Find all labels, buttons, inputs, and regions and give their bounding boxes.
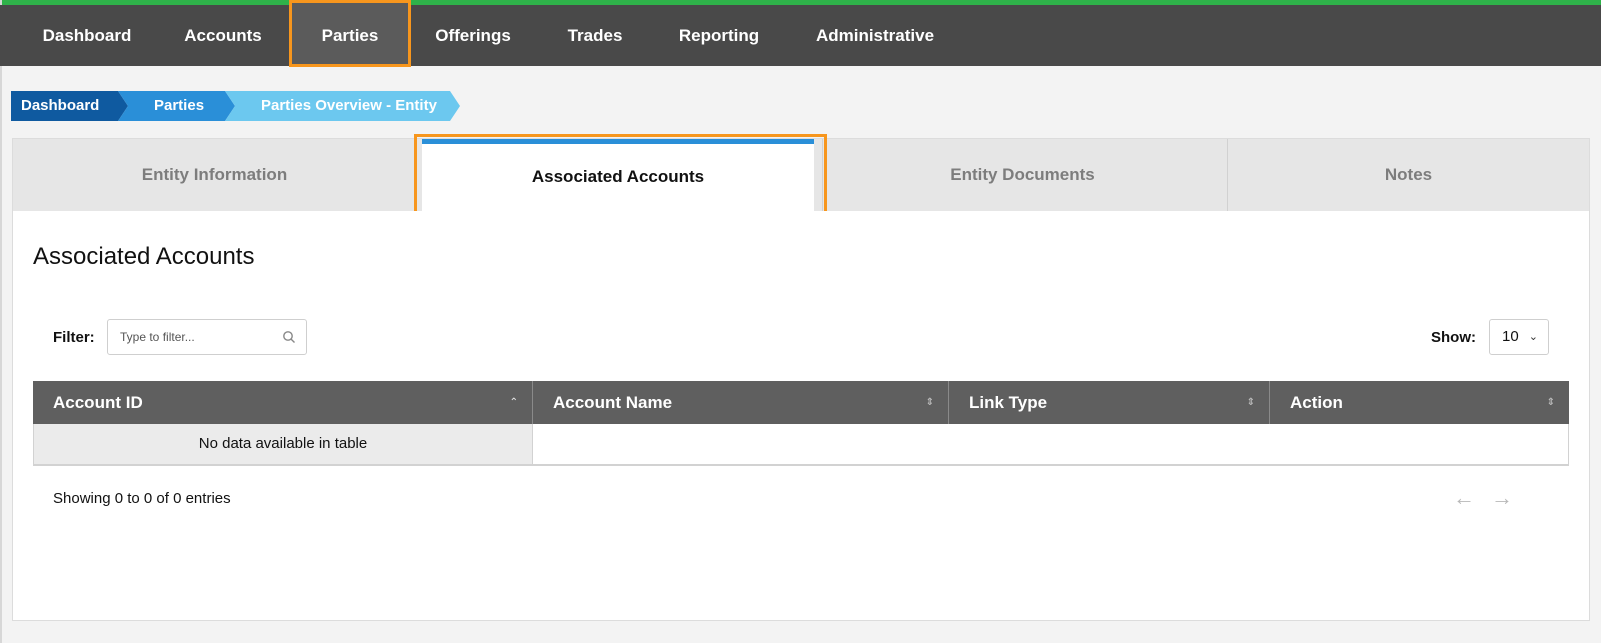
left-border <box>0 0 2 643</box>
filter-input[interactable] <box>108 320 278 354</box>
breadcrumb-dashboard[interactable]: Dashboard <box>11 91 128 121</box>
column-header-action[interactable]: Action ⇕ <box>1269 381 1569 424</box>
section-title: Associated Accounts <box>33 243 255 270</box>
breadcrumb-parties[interactable]: Parties <box>118 91 235 121</box>
associated-accounts-panel: Associated Accounts Filter: Show: 10 ⌄ A… <box>12 211 1590 621</box>
previous-page-button[interactable]: ← <box>1453 485 1475 511</box>
tab-notes[interactable]: Notes <box>1227 139 1589 211</box>
show-label: Show: <box>1431 329 1476 346</box>
table-header: Account ID ⌃ Account Name ⇕ Link Type ⇕ … <box>33 381 1569 424</box>
column-header-label: Account Name <box>553 393 673 412</box>
nav-accounts[interactable]: Accounts <box>170 5 276 66</box>
search-icon <box>283 331 295 343</box>
tab-entity-documents[interactable]: Entity Documents <box>822 139 1222 211</box>
nav-dashboard[interactable]: Dashboard <box>26 5 148 66</box>
tab-associated-accounts[interactable]: Associated Accounts <box>422 139 814 211</box>
chevron-down-icon: ⌄ <box>1528 331 1538 343</box>
sort-icon: ⇕ <box>1546 397 1555 408</box>
sort-icon: ⇕ <box>925 397 934 408</box>
table-body: No data available in table <box>33 424 1569 466</box>
sort-icon: ⇕ <box>1246 397 1255 408</box>
accounts-table: Account ID ⌃ Account Name ⇕ Link Type ⇕ … <box>33 381 1569 466</box>
top-nav: Dashboard Accounts Parties Offerings Tra… <box>0 0 1601 67</box>
tab-entity-information[interactable]: Entity Information <box>13 139 416 211</box>
column-header-label: Account ID <box>53 393 143 412</box>
nav-administrative[interactable]: Administrative <box>802 5 948 66</box>
column-header-label: Action <box>1290 393 1343 412</box>
show-entries-value: 10 <box>1502 328 1519 345</box>
next-page-button[interactable]: → <box>1491 485 1513 511</box>
filter-field[interactable] <box>107 319 307 355</box>
breadcrumb-parties-overview-entity: Parties Overview - Entity <box>225 91 460 121</box>
nav-trades[interactable]: Trades <box>550 5 640 66</box>
nav-reporting[interactable]: Reporting <box>662 5 776 66</box>
table-info: Showing 0 to 0 of 0 entries <box>53 490 231 507</box>
column-header-link-type[interactable]: Link Type ⇕ <box>948 381 1269 424</box>
column-header-account-id[interactable]: Account ID ⌃ <box>33 381 532 424</box>
column-header-account-name[interactable]: Account Name ⇕ <box>532 381 948 424</box>
nav-offerings[interactable]: Offerings <box>418 5 528 66</box>
tab-bar: Entity Information Associated Accounts E… <box>12 138 1590 212</box>
show-entries-select[interactable]: 10 ⌄ <box>1489 319 1549 355</box>
sort-ascending-icon: ⌃ <box>509 397 518 408</box>
column-header-label: Link Type <box>969 393 1048 412</box>
filter-label: Filter: <box>53 329 95 346</box>
nav-parties[interactable]: Parties <box>289 0 411 67</box>
empty-table-message: No data available in table <box>34 424 533 464</box>
